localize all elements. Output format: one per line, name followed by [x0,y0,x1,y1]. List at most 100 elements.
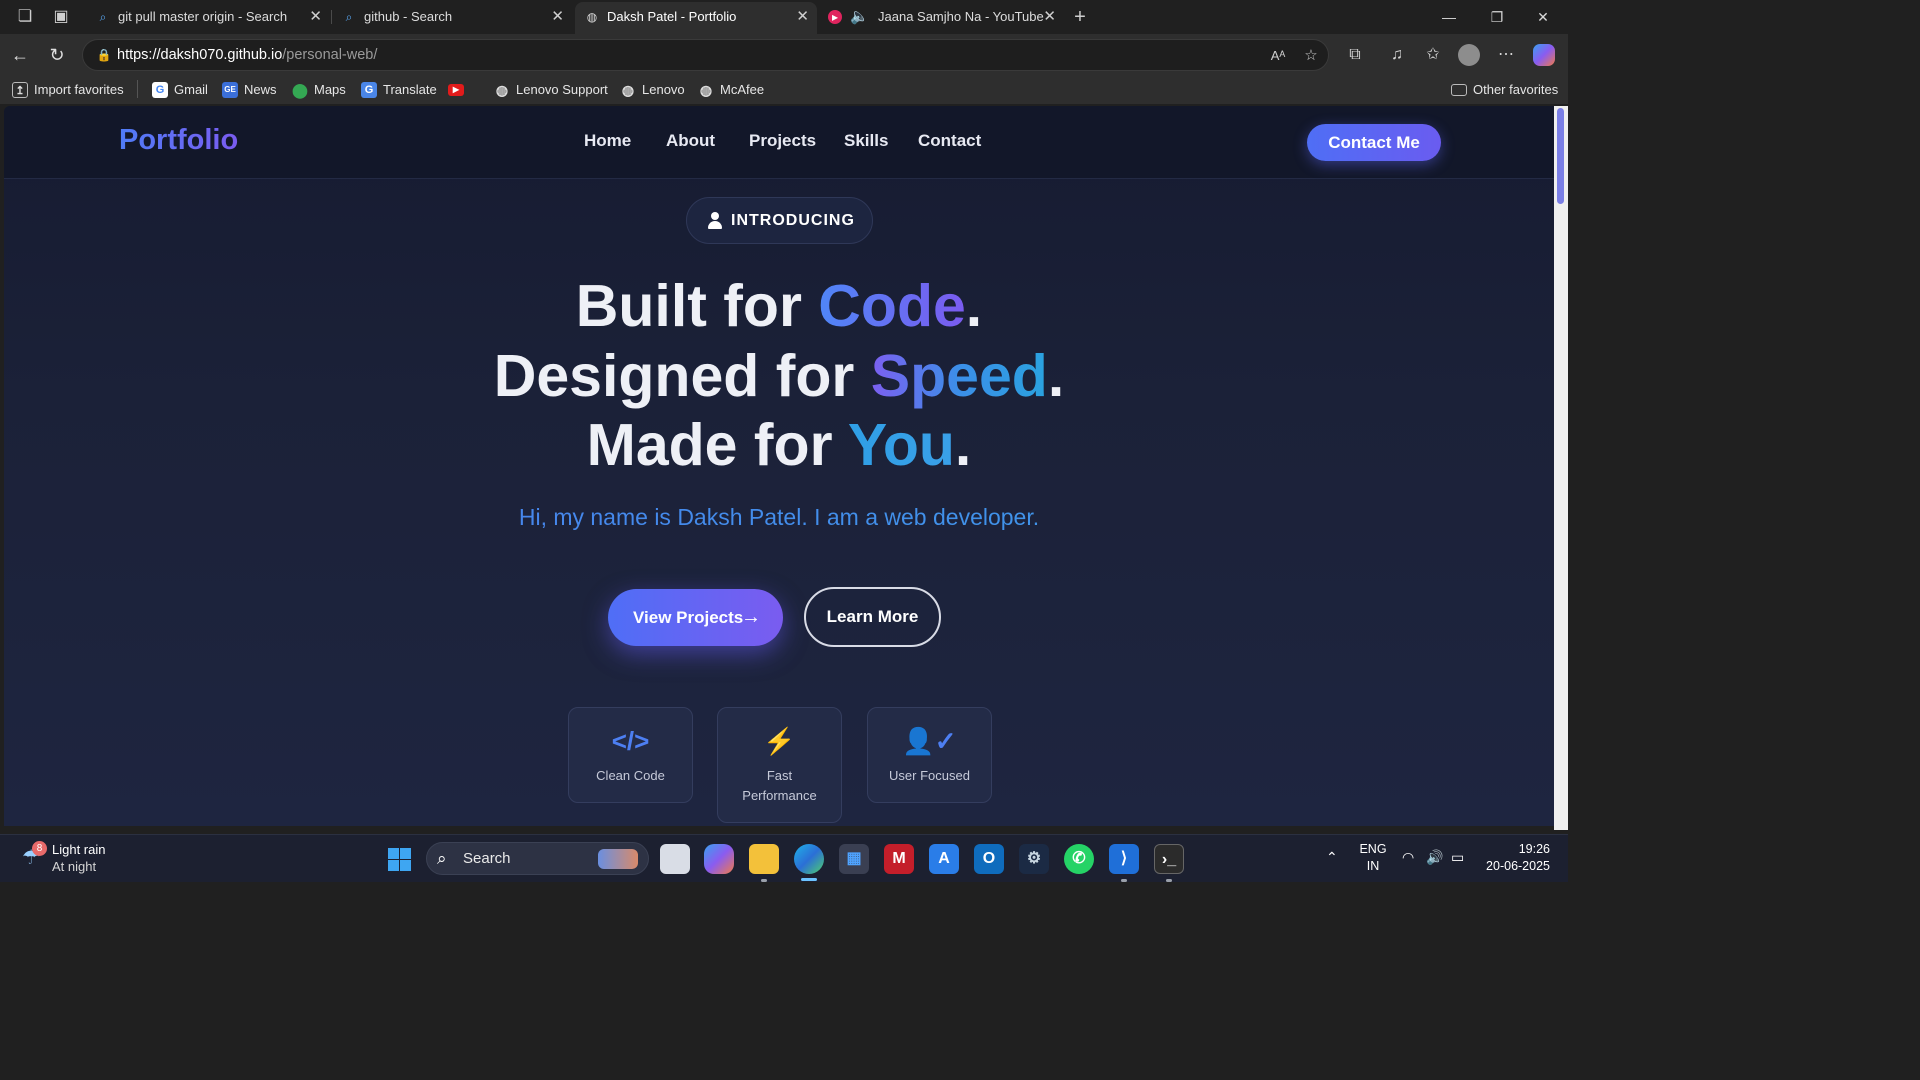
nav-home[interactable]: Home [584,131,631,151]
back-icon[interactable]: ← [8,43,32,67]
favorites-icon[interactable]: ✩ [1421,43,1445,67]
headline-accent: Speed [870,343,1048,409]
favorite-lenovo[interactable]: ◍ Lenovo [620,79,685,101]
store-icon[interactable]: ▦ [839,844,869,874]
close-icon[interactable]: ✕ [551,2,564,32]
language-bottom[interactable]: IN [1356,859,1390,873]
nav-projects[interactable]: Projects [749,131,816,151]
url-text[interactable]: https://daksh070.github.io/personal-web/ [117,40,377,70]
scrollbar-thumb[interactable] [1557,108,1564,204]
feature-card-clean-code: </> Clean Code [568,707,693,803]
task-view-icon[interactable] [660,844,690,874]
azure-icon[interactable]: A [929,844,959,874]
weather-title[interactable]: Light rain [52,842,105,857]
nav-contact[interactable]: Contact [918,131,981,151]
other-favorites[interactable]: Other favorites [1451,79,1558,101]
address-bar[interactable]: 🔒 https://daksh070.github.io/personal-we… [82,39,1329,71]
youtube-icon: ▸ [828,10,842,24]
headline-text: Built for [575,273,819,339]
favorite-news[interactable]: GE News [222,79,277,101]
site-navbar: Portfolio Home About Projects Skills Con… [4,106,1554,179]
favorite-translate[interactable]: G Translate [361,79,437,101]
favorite-maps[interactable]: ⬤ Maps [292,79,346,101]
file-explorer-icon[interactable] [749,844,779,874]
favorite-youtube[interactable]: ▶ [448,79,470,101]
favorite-star-icon[interactable]: ☆ [1300,45,1322,67]
nav-about[interactable]: About [666,131,715,151]
close-icon[interactable]: ✕ [309,2,322,32]
tab-git-search[interactable]: ⌕ git pull master origin - Search ✕ [86,2,330,32]
wifi-icon[interactable]: ◠ [1402,849,1414,866]
clock-time[interactable]: 19:26 [1480,842,1550,856]
windows-start-icon[interactable] [388,848,411,871]
globe-icon: ◍ [621,82,635,98]
headline-period: . [965,273,983,339]
favorite-label: News [244,82,277,97]
volume-icon[interactable]: 🔊 [1426,849,1443,866]
feature-label: Clean Code [596,768,665,783]
more-icon[interactable]: ⋯ [1494,43,1518,67]
vertical-tabs-icon[interactable]: ▣ [50,6,72,28]
profile-avatar[interactable] [1458,44,1480,66]
tab-youtube[interactable]: ▸ 🔈 Jaana Samjho Na - YouTube ✕ [818,2,1064,32]
user-check-icon: 👤✓ [902,726,957,756]
feature-card-fast-performance: ⚡ Fast Performance [717,707,842,823]
contact-me-button[interactable]: Contact Me [1307,124,1441,161]
read-aloud-icon[interactable]: Aᴬ [1267,45,1289,67]
tab-title: Jaana Samjho Na - YouTube [878,9,1044,24]
code-icon: </> [611,726,650,756]
minimize-icon[interactable]: — [1436,4,1462,30]
close-icon[interactable]: ✕ [796,2,809,32]
active-indicator [801,878,817,881]
battery-icon[interactable]: ▭ [1451,849,1464,866]
restore-icon[interactable]: ❐ [1484,4,1510,30]
weather-badge: 8 [32,841,47,856]
site-logo[interactable]: Portfolio [119,124,238,157]
view-projects-button[interactable]: View Projects → [608,589,783,646]
extensions-icon[interactable]: ⧉ [1343,43,1367,67]
page-scrollbar[interactable] [1554,106,1568,830]
translate-icon: G [361,82,377,98]
globe-icon: ◍ [699,82,713,98]
steam-icon[interactable]: ⚙ [1019,844,1049,874]
close-window-icon[interactable]: ✕ [1530,4,1556,30]
tab-github-search[interactable]: ⌕ github - Search ✕ [332,2,572,32]
taskbar-search[interactable]: ⌕ Search [426,842,649,875]
nav-skills[interactable]: Skills [844,131,888,151]
clock-date[interactable]: 20-06-2025 [1480,859,1550,873]
favorite-label: Import favorites [34,82,124,97]
edge-icon[interactable] [794,844,824,874]
learn-more-button[interactable]: Learn More [804,587,941,647]
workspaces-icon[interactable]: ❏ [14,6,36,28]
chevron-up-icon[interactable]: ⌃ [1326,849,1338,866]
site-info-icon[interactable]: 🔒 [95,46,113,64]
tab-portfolio[interactable]: ◍ Daksh Patel - Portfolio ✕ [575,2,817,34]
search-icon: ⌕ [99,10,107,24]
favorite-gmail[interactable]: G Gmail [152,79,208,101]
whatsapp-icon[interactable]: ✆ [1064,844,1094,874]
media-icon[interactable]: ♫ [1385,43,1409,67]
new-tab-icon[interactable]: + [1069,6,1091,28]
hero-subtitle: Hi, my name is Daksh Patel. I am a web d… [4,504,1554,531]
speaker-icon[interactable]: 🔈 [850,2,869,32]
favorite-mcafee[interactable]: ◍ McAfee [698,79,764,101]
mcafee-icon[interactable]: M [884,844,914,874]
refresh-icon[interactable]: ↻ [45,43,69,67]
favorite-lenovo-support[interactable]: ◍ Lenovo Support [494,79,608,101]
copilot-icon[interactable] [1533,44,1555,66]
language-top[interactable]: ENG [1356,842,1390,856]
copilot-app-icon[interactable] [704,844,734,874]
weather-subtitle[interactable]: At night [52,859,96,874]
headline-line-2: Designed for Speed. [4,341,1554,411]
tab-title: github - Search [364,9,453,24]
favorite-label: Lenovo [642,82,685,97]
terminal-icon[interactable]: ›_ [1154,844,1184,874]
search-icon: ⌕ [345,10,353,24]
favorite-import[interactable]: ↥ Import favorites [12,79,124,101]
outlook-icon[interactable]: O [974,844,1004,874]
google-icon: G [152,82,168,98]
vscode-icon[interactable]: ⟩ [1109,844,1139,874]
headline-text: Designed for [493,343,871,409]
close-icon[interactable]: ✕ [1043,2,1056,32]
search-highlight-icon [598,849,638,869]
